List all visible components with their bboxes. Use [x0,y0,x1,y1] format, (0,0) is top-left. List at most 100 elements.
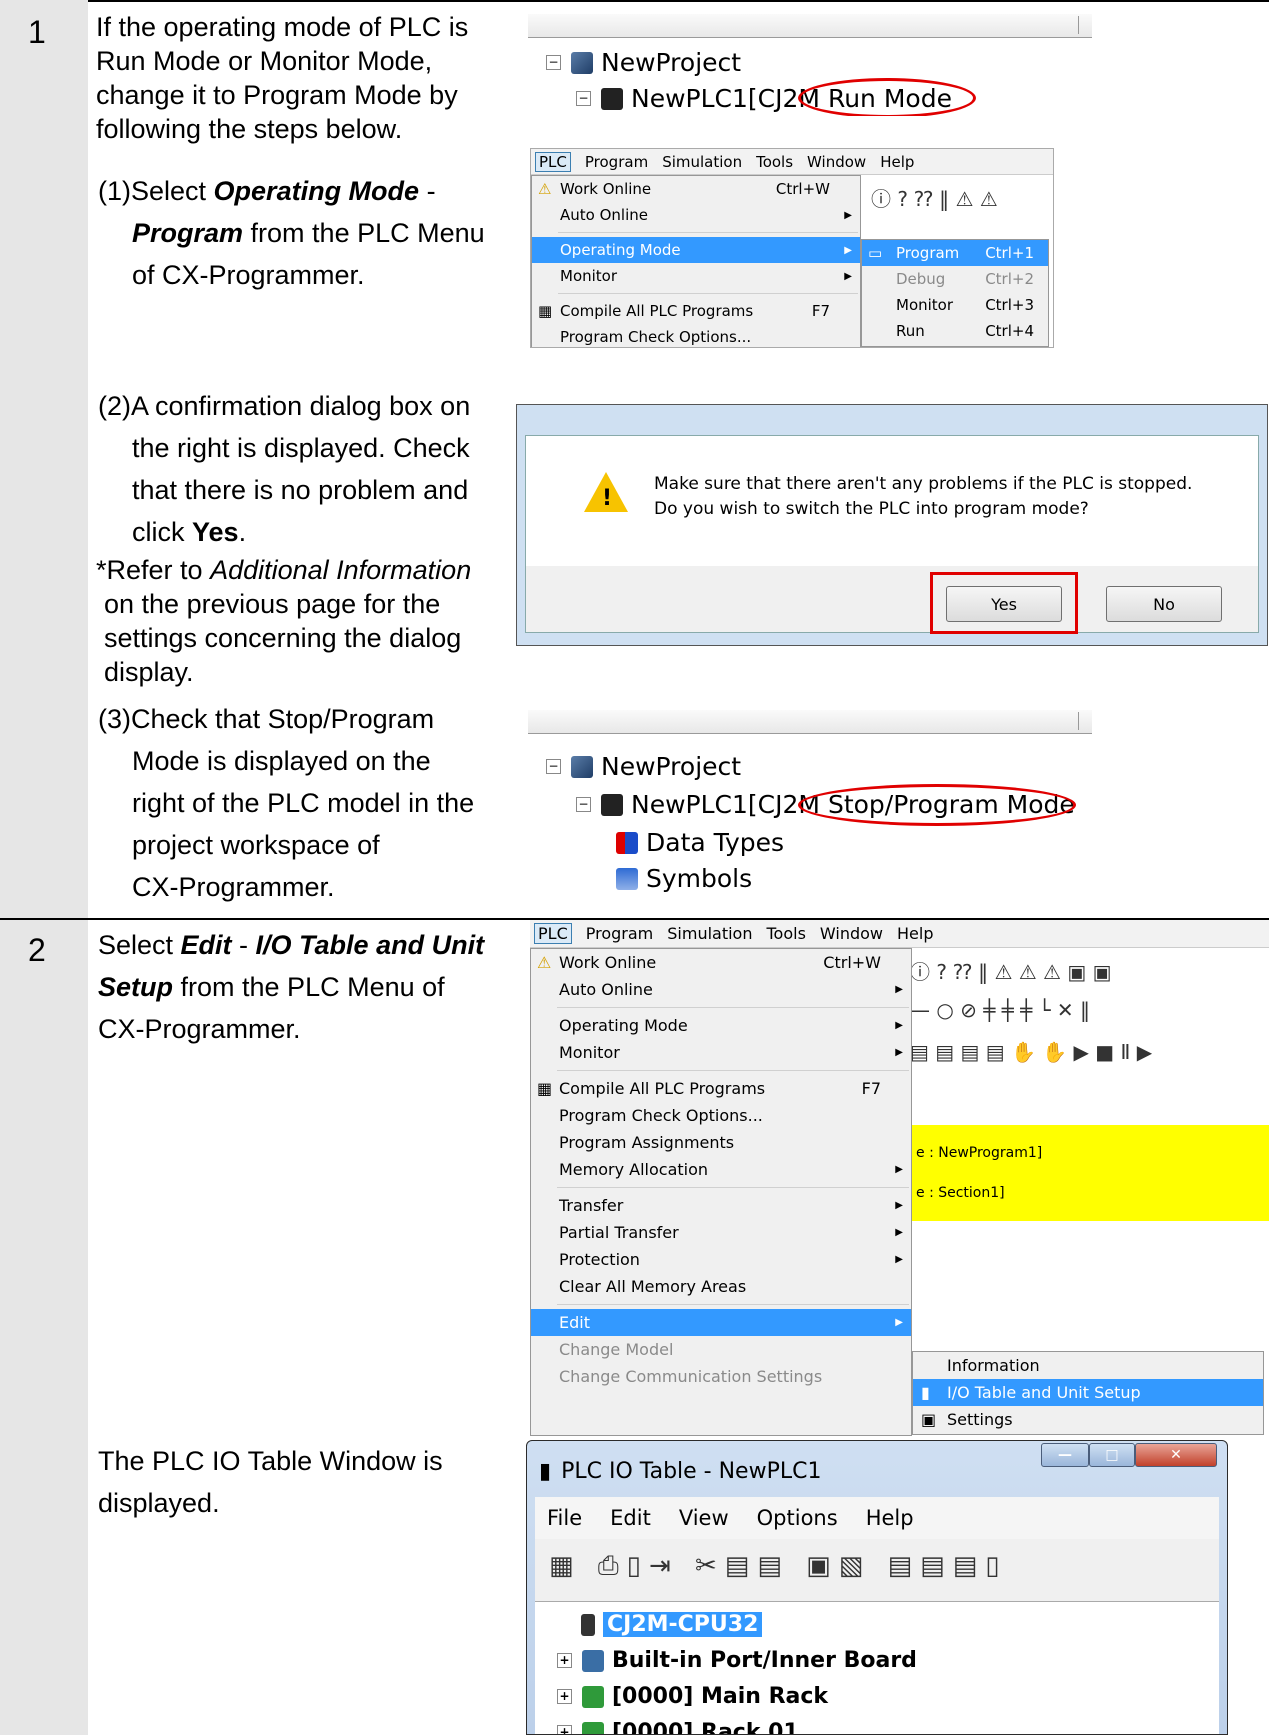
menu-edit[interactable]: Edit [610,1506,651,1530]
menu-item-program-assignments[interactable]: Program Assignments [531,1129,911,1156]
menu-program[interactable]: Program [585,153,648,171]
menu-item-protection[interactable]: Protection ▶ [531,1246,911,1273]
menu-file[interactable]: File [547,1506,582,1530]
no-button[interactable]: No [1106,586,1222,622]
menu-help[interactable]: Help [880,153,914,171]
menu-item-memory-allocation[interactable]: Memory Allocation ▶ [531,1156,911,1183]
menu-simulation[interactable]: Simulation [667,924,752,943]
item-shortcut: Ctrl+1 [985,244,1034,262]
menu-item-operating-mode[interactable]: Operating Mode ▶ [532,237,860,263]
compile-icon: ▦ [537,1079,553,1098]
menu-item-work-online[interactable]: ⚠ Work Online Ctrl+W [532,176,860,202]
collapse-icon[interactable]: − [576,797,591,812]
maximize-button[interactable]: □ [1089,1443,1135,1467]
collapse-icon[interactable]: − [576,91,591,106]
menu-item-transfer[interactable]: Transfer ▶ [531,1192,911,1219]
tree-cpu[interactable]: CJ2M-CPU32 [581,1612,763,1637]
item-label: Program Assignments [559,1133,735,1152]
collapse-icon[interactable]: − [546,759,561,774]
collapse-icon[interactable]: − [546,55,561,70]
scrollbar-stub [1078,16,1092,34]
step2-bold-edit: Edit [180,930,232,960]
submenu-information[interactable]: Information [913,1352,1263,1379]
menu-plc[interactable]: PLC [534,923,572,944]
intro-line: If the operating mode of PLC is [96,12,469,42]
item-shortcut: Ctrl+4 [985,322,1034,340]
submenu-io-table[interactable]: ▮ I/O Table and Unit Setup [913,1379,1263,1406]
menu-item-check-options[interactable]: Program Check Options... [532,324,860,347]
menu-view[interactable]: View [679,1506,729,1530]
plc-label: NewPLC1[CJ2M [631,84,820,113]
minimize-button[interactable]: — [1041,1443,1089,1467]
step-1-sub1: (1)Select Operating Mode - Program from … [98,170,485,296]
screenshot-io-table-window: ▮ PLC IO Table - NewPLC1 — □ ✕ File Edit… [526,1440,1228,1735]
menu-item-auto-online[interactable]: Auto Online ▶ [531,976,911,1003]
menu-item-auto-online[interactable]: Auto Online ▶ [532,202,860,228]
submenu-monitor[interactable]: Monitor Ctrl+3 [862,292,1048,318]
submenu-program[interactable]: ▭ Program Ctrl+1 [862,240,1048,266]
menu-item-change-comm[interactable]: Change Communication Settings [531,1363,911,1390]
close-button[interactable]: ✕ [1135,1443,1217,1467]
note-line: on the previous page for the [104,589,441,619]
submenu-debug[interactable]: Debug Ctrl+2 [862,266,1048,292]
tree-project[interactable]: − NewProject [546,48,741,77]
expand-icon[interactable]: + [557,1653,572,1668]
menu-options[interactable]: Options [757,1506,838,1530]
menu-item-operating-mode[interactable]: Operating Mode ▶ [531,1012,911,1039]
submenu-settings[interactable]: ▣ Settings [913,1406,1263,1433]
separator [557,1007,909,1008]
step-2-number: 2 [28,932,46,968]
submenu-arrow-icon: ▶ [895,1047,903,1058]
expand-icon[interactable]: + [557,1689,572,1704]
menu-help[interactable]: Help [897,924,933,943]
tree-symbols[interactable]: Symbols [616,864,752,893]
separator [557,1070,909,1071]
expand-icon[interactable]: + [557,1725,572,1734]
item-label: Protection [559,1250,640,1269]
menu-item-monitor[interactable]: Monitor ▶ [532,263,860,289]
item-shortcut: Ctrl+W [823,953,881,972]
menu-simulation[interactable]: Simulation [662,153,742,171]
menu-bar: PLC Program Simulation Tools Window Help [531,149,1053,175]
item-label: Auto Online [559,980,653,999]
tree-main-rack[interactable]: + [0000] Main Rack [557,1684,828,1709]
edit-submenu: Information ▮ I/O Table and Unit Setup ▣ S… [912,1351,1264,1435]
menu-item-check-options[interactable]: Program Check Options... [531,1102,911,1129]
menu-plc[interactable]: PLC [535,151,571,172]
tree-project[interactable]: − NewProject [546,752,741,781]
menu-program[interactable]: Program [586,924,654,943]
item-label: Monitor [559,1043,620,1062]
menu-tools[interactable]: Tools [756,153,793,171]
item-label: Work Online [559,953,657,972]
step-2-text: Select Edit - I/O Table and Unit Setup f… [98,924,484,1050]
plc-dropdown: ⚠ Work Online Ctrl+W Auto Online ▶ Operatin… [530,948,912,1436]
item-label: Compile All PLC Programs [559,1079,766,1098]
menu-item-clear-memory[interactable]: Clear All Memory Areas [531,1273,911,1300]
tree-rack-01[interactable]: + [0000] Rack 01 [557,1720,799,1734]
menu-item-work-online[interactable]: ⚠ Work Online Ctrl+W [531,949,911,976]
sub1-bold-1: Operating Mode [213,176,420,206]
menu-item-monitor[interactable]: Monitor ▶ [531,1039,911,1066]
window-title: PLC IO Table - NewPLC1 [561,1459,822,1484]
step-2-after: The PLC IO Table Window is displayed. [98,1440,443,1524]
tree-builtin-port[interactable]: + Built-in Port/Inner Board [557,1648,917,1673]
red-annotation-oval [798,78,976,116]
menu-item-compile[interactable]: ▦ Compile All PLC Programs F7 [532,298,860,324]
menu-item-partial-transfer[interactable]: Partial Transfer ▶ [531,1219,911,1246]
menu-tools[interactable]: Tools [766,924,805,943]
plc-icon [601,793,623,816]
menu-window[interactable]: Window [820,924,883,943]
menu-help[interactable]: Help [866,1506,914,1530]
menu-item-change-model[interactable]: Change Model [531,1336,911,1363]
submenu-run[interactable]: Run Ctrl+4 [862,318,1048,344]
menu-item-compile[interactable]: ▦ Compile All PLC Programs F7 [531,1075,911,1102]
item-shortcut: F7 [861,1079,881,1098]
submenu-arrow-icon: ▶ [895,1254,903,1265]
step-1-sub3: (3)Check that Stop/Program Mode is displ… [98,698,474,908]
menu-window[interactable]: Window [807,153,866,171]
sub1-bold-2: Program [132,218,244,248]
menu-item-edit[interactable]: Edit ▶ [531,1309,911,1336]
toolbar-icons-row1: ⓘ ? ⁇ ‖ ⚠ ⚠ ⚠ ▣ ▣ [910,960,1112,984]
tree-data-types[interactable]: Data Types [616,828,784,857]
submenu-arrow-icon: ▶ [844,270,852,282]
